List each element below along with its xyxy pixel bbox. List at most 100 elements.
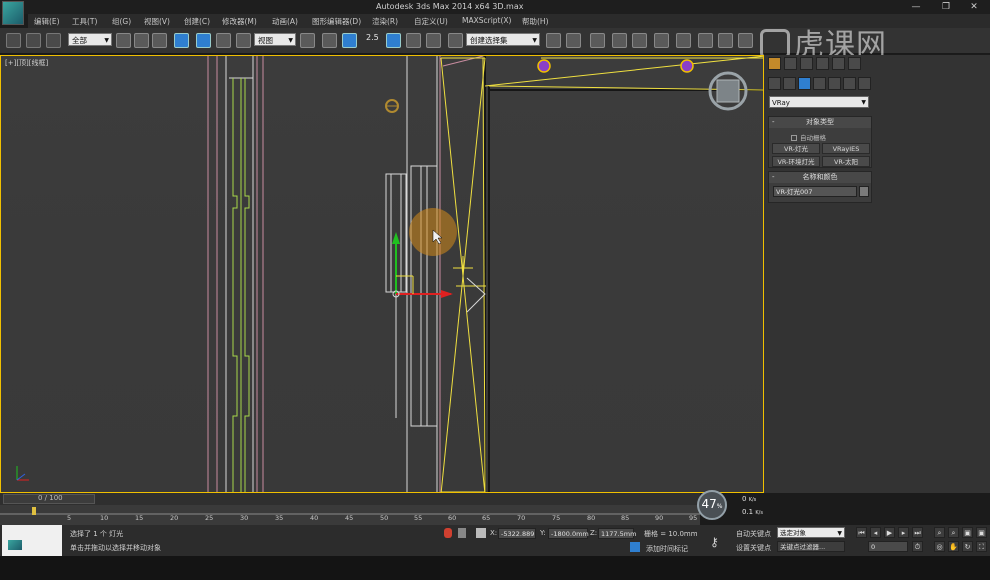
menu-group[interactable]: 组(G) bbox=[112, 16, 131, 27]
absolute-mode-icon[interactable] bbox=[476, 528, 486, 538]
object-type-header[interactable]: - 对象类型 bbox=[769, 117, 871, 128]
menu-animation[interactable]: 动画(A) bbox=[272, 16, 298, 27]
maxscript-listener-mini[interactable] bbox=[2, 525, 62, 556]
keyboard-shortcut-override-icon[interactable] bbox=[342, 33, 357, 48]
app-logo-icon[interactable] bbox=[2, 1, 24, 25]
selection-filter-dropdown[interactable]: 全部 ▼ bbox=[68, 33, 112, 46]
track-bar[interactable]: 5 10 15 20 25 30 35 40 45 50 55 60 65 70… bbox=[0, 505, 700, 525]
key-mode-icon[interactable]: ⏱ bbox=[912, 541, 923, 552]
restore-button[interactable]: ❐ bbox=[936, 0, 956, 14]
window-crossing-icon[interactable] bbox=[174, 33, 189, 48]
autogrid-checkbox[interactable]: 自动栅格 bbox=[791, 132, 826, 142]
renderer-dropdown[interactable]: VRay ▼ bbox=[769, 96, 869, 108]
menu-graph-editors[interactable]: 图形编辑器(D) bbox=[312, 16, 361, 27]
selected-object-dropdown[interactable]: 选定对象 ▼ bbox=[777, 527, 845, 538]
next-frame-icon[interactable]: ▸ bbox=[898, 527, 909, 538]
menu-edit[interactable]: 编辑(E) bbox=[34, 16, 60, 27]
menu-rendering[interactable]: 渲染(R) bbox=[372, 16, 398, 27]
geometry-icon[interactable] bbox=[768, 77, 781, 90]
field-of-view-icon[interactable]: ◎ bbox=[934, 541, 945, 552]
key-filters-button[interactable]: 关键点过滤器... bbox=[777, 541, 845, 552]
select-and-scale-icon[interactable] bbox=[236, 33, 251, 48]
zoom-all-icon[interactable]: ⌕ bbox=[948, 527, 959, 538]
shapes-icon[interactable] bbox=[783, 77, 796, 90]
align-icon[interactable] bbox=[566, 33, 581, 48]
go-to-end-icon[interactable]: ⏭ bbox=[912, 527, 923, 538]
schematic-view-icon[interactable] bbox=[654, 33, 669, 48]
zoom-extents-icon[interactable]: ▣ bbox=[962, 527, 973, 538]
vray-light-icon-2[interactable] bbox=[680, 59, 694, 73]
render-production-icon[interactable] bbox=[738, 33, 753, 48]
space-warps-icon[interactable] bbox=[843, 77, 856, 90]
time-tag-icon[interactable] bbox=[630, 542, 640, 552]
material-editor-icon[interactable] bbox=[676, 33, 691, 48]
edit-named-selection-icon[interactable] bbox=[448, 33, 463, 48]
pivot-center-icon[interactable] bbox=[300, 33, 315, 48]
vr-sun-button[interactable]: VR-太阳 bbox=[822, 156, 870, 167]
minimize-button[interactable]: — bbox=[906, 0, 926, 14]
menu-help[interactable]: 帮助(H) bbox=[522, 16, 549, 27]
menu-maxscript[interactable]: MAXScript(X) bbox=[462, 16, 511, 25]
rect-selection-icon[interactable] bbox=[152, 33, 167, 48]
menu-views[interactable]: 视图(V) bbox=[144, 16, 170, 27]
vr-ambient-light-button[interactable]: VR-环境灯光 bbox=[772, 156, 820, 167]
play-icon[interactable]: ▶ bbox=[884, 527, 895, 538]
object-color-swatch[interactable] bbox=[859, 186, 869, 197]
named-selection-dropdown[interactable]: 创建选择集 ▼ bbox=[466, 33, 540, 46]
systems-icon[interactable] bbox=[858, 77, 871, 90]
render-setup-icon[interactable] bbox=[698, 33, 713, 48]
vrayies-button[interactable]: VRayIES bbox=[822, 143, 870, 154]
angle-snap-icon[interactable] bbox=[386, 33, 401, 48]
link-icon[interactable] bbox=[6, 33, 21, 48]
motion-tab-icon[interactable] bbox=[816, 57, 829, 70]
graphite-tools-icon[interactable] bbox=[612, 33, 627, 48]
unlink-icon[interactable] bbox=[26, 33, 41, 48]
select-object-icon[interactable] bbox=[116, 33, 131, 48]
percent-snap-icon[interactable] bbox=[406, 33, 421, 48]
go-to-start-icon[interactable]: ⏮ bbox=[856, 527, 867, 538]
prev-frame-icon[interactable]: ◂ bbox=[870, 527, 881, 538]
viewport-top[interactable]: [+][顶][线框] bbox=[0, 55, 764, 493]
close-button[interactable]: ✕ bbox=[964, 0, 984, 14]
create-tab-icon[interactable] bbox=[768, 57, 781, 70]
menu-customize[interactable]: 自定义(U) bbox=[414, 16, 448, 27]
hierarchy-tab-icon[interactable] bbox=[800, 57, 813, 70]
orbit-icon[interactable]: ↻ bbox=[962, 541, 973, 552]
menu-create[interactable]: 创建(C) bbox=[184, 16, 210, 27]
modify-tab-icon[interactable] bbox=[784, 57, 797, 70]
current-frame-field[interactable]: 0 bbox=[868, 541, 908, 552]
vr-light-button[interactable]: VR-灯光 bbox=[772, 143, 820, 154]
selection-lock-icon[interactable] bbox=[458, 528, 466, 538]
curve-editor-icon[interactable] bbox=[632, 33, 647, 48]
auto-key-button[interactable]: 自动关键点 bbox=[736, 529, 771, 539]
time-slider[interactable]: 0 / 100 bbox=[0, 493, 700, 505]
rendered-frame-window-icon[interactable] bbox=[718, 33, 733, 48]
cameras-icon[interactable] bbox=[813, 77, 826, 90]
display-tab-icon[interactable] bbox=[832, 57, 845, 70]
name-color-header[interactable]: - 名称和颜色 bbox=[769, 172, 871, 183]
z-coord-field[interactable]: 1177.5mm bbox=[598, 528, 636, 539]
bind-space-warp-icon[interactable] bbox=[46, 33, 61, 48]
snap-toggle-label[interactable]: 2.5 bbox=[366, 33, 379, 42]
isolate-selection-icon[interactable] bbox=[444, 528, 452, 538]
x-coord-field[interactable]: -5322.889 bbox=[498, 528, 536, 539]
mirror-icon[interactable] bbox=[546, 33, 561, 48]
set-key-button[interactable]: 设置关键点 bbox=[736, 543, 771, 553]
select-manipulate-icon[interactable] bbox=[322, 33, 337, 48]
add-time-tag[interactable]: 添加时间标记 bbox=[646, 544, 688, 554]
y-coord-field[interactable]: -1800.0mm bbox=[548, 528, 589, 539]
select-and-rotate-icon[interactable] bbox=[216, 33, 231, 48]
time-cursor[interactable] bbox=[32, 507, 36, 515]
utilities-tab-icon[interactable] bbox=[848, 57, 861, 70]
zoom-icon[interactable]: ⌕ bbox=[934, 527, 945, 538]
key-icon[interactable]: ⚷ bbox=[710, 535, 719, 549]
zoom-extents-all-icon[interactable]: ▣ bbox=[976, 527, 987, 538]
pan-icon[interactable]: ✋ bbox=[948, 541, 959, 552]
select-by-name-icon[interactable] bbox=[134, 33, 149, 48]
object-name-field[interactable]: VR-灯光007 bbox=[773, 186, 857, 197]
maximize-viewport-icon[interactable]: ⛶ bbox=[976, 541, 987, 552]
select-and-move-icon[interactable] bbox=[196, 33, 211, 48]
menu-modifiers[interactable]: 修改器(M) bbox=[222, 16, 257, 27]
spinner-snap-icon[interactable] bbox=[426, 33, 441, 48]
lights-icon[interactable] bbox=[798, 77, 811, 90]
